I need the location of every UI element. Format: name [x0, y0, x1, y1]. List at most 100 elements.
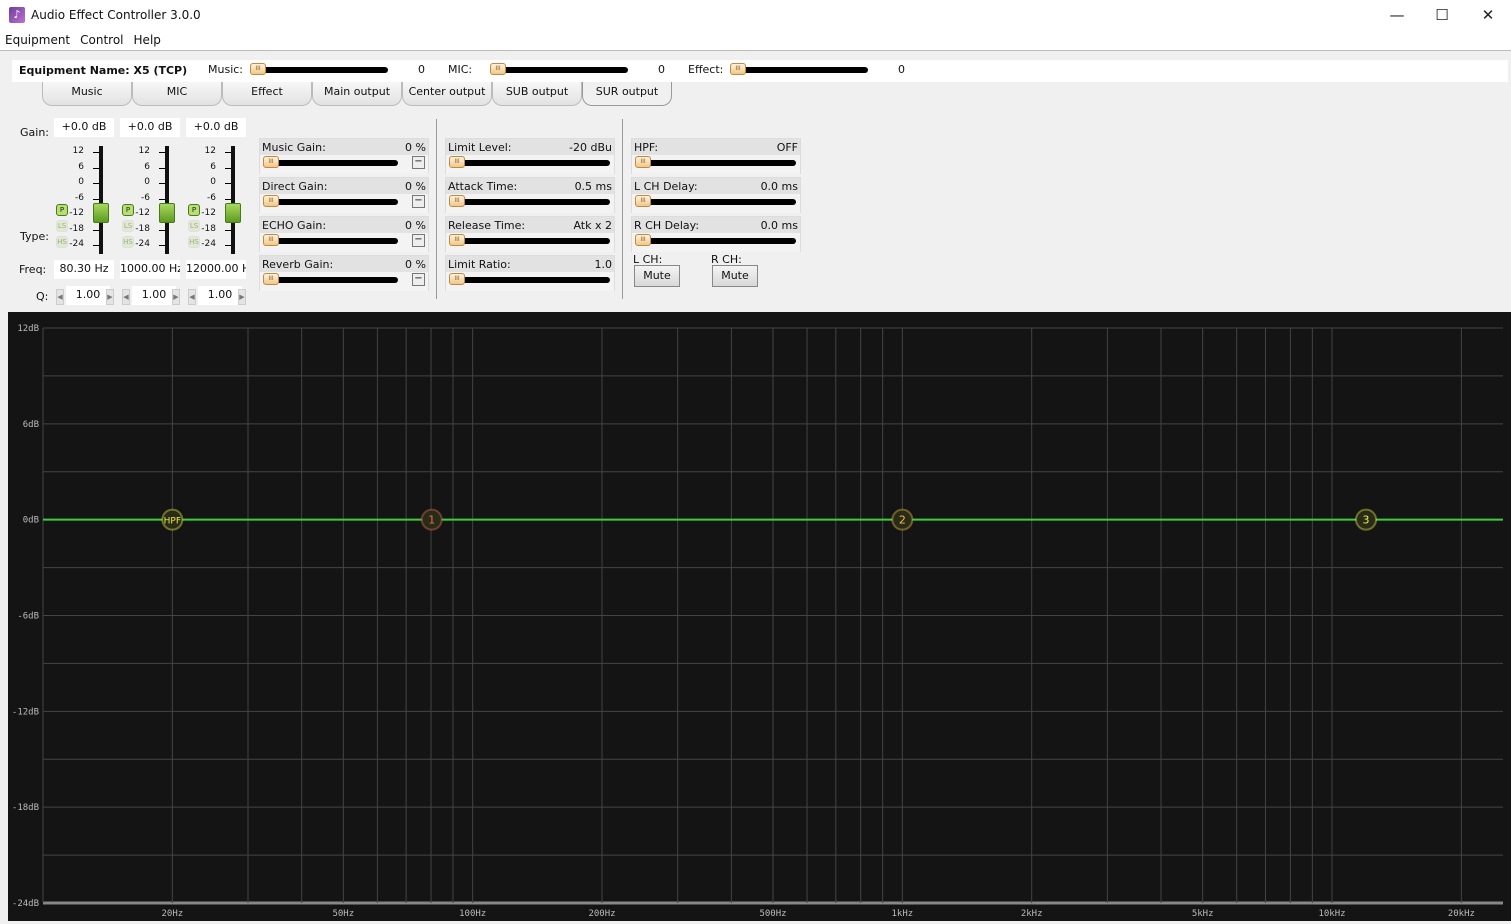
param-slider-track[interactable]	[454, 277, 610, 283]
param-slider-thumb[interactable]: III	[449, 273, 465, 285]
type-p-button[interactable]: P	[56, 204, 68, 216]
menu-help[interactable]: Help	[129, 31, 166, 47]
band-q-value[interactable]: 1.00	[132, 286, 176, 305]
q-increase-button[interactable]: ▶	[238, 289, 246, 305]
x-tick-label: 20Hz	[162, 909, 184, 919]
fader-scale-label: -6	[75, 192, 84, 203]
param-l-ch-delay: L CH Delay: 0.0 ms III	[631, 177, 801, 213]
menu-bar: Equipment Control Help	[0, 31, 1511, 51]
param-slider-track[interactable]	[454, 160, 610, 166]
minus-button[interactable]: −	[412, 156, 425, 169]
fader-scale-label: 6	[210, 161, 216, 172]
param-slider-track[interactable]	[640, 199, 796, 205]
param-r-ch-delay: R CH Delay: 0.0 ms III	[631, 216, 801, 252]
level-value: 0	[658, 63, 665, 76]
param-slider-track[interactable]	[268, 199, 398, 205]
eq-graph-svg[interactable]: 12dB 6dB 0dB -6dB -12dB -18dB -24dB 20Hz 50Hz 100…	[8, 312, 1511, 921]
r-ch-mute-button[interactable]: Mute	[712, 265, 758, 287]
tab-sub-output[interactable]: SUB output	[492, 82, 582, 106]
level-slider-thumb[interactable]: III	[250, 63, 266, 75]
param-label: R CH Delay:	[634, 219, 700, 232]
close-button[interactable]: ✕	[1465, 0, 1511, 31]
type-hs-button[interactable]: HS	[56, 236, 68, 248]
tab-center-output[interactable]: Center output	[402, 82, 492, 106]
q-decrease-button[interactable]: ◀	[188, 289, 196, 305]
band-gain-fader-thumb[interactable]	[225, 203, 241, 223]
band-gain-value[interactable]: +0.0 dB	[186, 118, 246, 137]
param-slider-thumb[interactable]: III	[449, 156, 465, 168]
level-slider-thumb[interactable]: III	[730, 63, 746, 75]
band-gain-value[interactable]: +0.0 dB	[54, 118, 114, 137]
minus-button[interactable]: −	[412, 234, 425, 247]
tab-music[interactable]: Music	[42, 82, 132, 106]
param-slider-track[interactable]	[640, 238, 796, 244]
param-slider-thumb[interactable]: III	[263, 156, 279, 168]
level-slider-track[interactable]	[494, 67, 628, 73]
param-slider-thumb[interactable]: III	[635, 156, 651, 168]
q-decrease-button[interactable]: ◀	[122, 289, 130, 305]
eq-marker-label[interactable]: 1	[428, 514, 435, 527]
param-label: L CH Delay:	[634, 180, 698, 193]
param-slider-thumb[interactable]: III	[263, 273, 279, 285]
band-gain-fader-thumb[interactable]	[93, 203, 109, 223]
tab-sur-output[interactable]: SUR output	[582, 82, 672, 106]
param-slider-thumb[interactable]: III	[449, 234, 465, 246]
type-hs-button[interactable]: HS	[122, 236, 134, 248]
param-slider-track[interactable]	[268, 277, 398, 283]
eq-response-graph[interactable]: 12dB 6dB 0dB -6dB -12dB -18dB -24dB 20Hz 50Hz 100…	[8, 312, 1511, 921]
q-increase-button[interactable]: ▶	[172, 289, 180, 305]
fader-scale-label: 0	[210, 177, 216, 187]
band-freq-value[interactable]: 80.30 Hz	[54, 260, 114, 279]
eq-marker-label[interactable]: 3	[1363, 514, 1370, 527]
type-ls-button[interactable]: LS	[188, 220, 200, 232]
band-gain-value[interactable]: +0.0 dB	[120, 118, 180, 137]
q-decrease-button[interactable]: ◀	[56, 289, 64, 305]
band-gain-fader[interactable]	[165, 146, 169, 254]
param-slider-thumb[interactable]: III	[635, 195, 651, 207]
param-slider-track[interactable]	[454, 199, 610, 205]
tab-mic[interactable]: MIC	[132, 82, 222, 106]
tab-effect[interactable]: Effect	[222, 82, 312, 106]
param-slider-thumb[interactable]: III	[263, 234, 279, 246]
eq-marker-label[interactable]: 2	[899, 514, 906, 527]
eq-marker-label[interactable]: HPF	[164, 517, 181, 527]
band-gain-fader[interactable]	[231, 146, 235, 254]
x-tick-label: 2kHz	[1021, 909, 1043, 919]
level-slider-track[interactable]	[254, 67, 388, 73]
type-p-button[interactable]: P	[188, 204, 200, 216]
minus-button[interactable]: −	[412, 195, 425, 208]
type-hs-button[interactable]: HS	[188, 236, 200, 248]
l-ch-mute-button[interactable]: Mute	[634, 265, 680, 287]
param-slider-thumb[interactable]: III	[449, 195, 465, 207]
menu-control[interactable]: Control	[75, 31, 128, 47]
band-q-value[interactable]: 1.00	[198, 286, 242, 305]
band-q-value[interactable]: 1.00	[66, 286, 110, 305]
param-label: Reverb Gain:	[262, 258, 334, 271]
type-p-button[interactable]: P	[122, 204, 134, 216]
level-slider-track[interactable]	[734, 67, 868, 73]
type-ls-button[interactable]: LS	[122, 220, 134, 232]
param-slider-thumb[interactable]: III	[263, 195, 279, 207]
param-slider-track[interactable]	[268, 160, 398, 166]
level-slider-thumb[interactable]: III	[490, 63, 506, 75]
param-value: OFF	[776, 141, 798, 154]
menu-equipment[interactable]: Equipment	[0, 31, 75, 47]
param-hpf: HPF: OFF III	[631, 138, 801, 174]
minus-button[interactable]: −	[412, 273, 425, 286]
param-slider-track[interactable]	[640, 160, 796, 166]
band-freq-value[interactable]: 12000.00 Hz	[186, 260, 246, 279]
band-freq-value[interactable]: 1000.00 Hz	[120, 260, 180, 279]
fader-scale-label: 6	[78, 161, 84, 172]
q-increase-button[interactable]: ▶	[106, 289, 114, 305]
tab-main-output[interactable]: Main output	[312, 82, 402, 106]
band-gain-fader-thumb[interactable]	[159, 203, 175, 223]
fader-scale-label: -6	[141, 192, 150, 203]
param-slider-track[interactable]	[454, 238, 610, 244]
band-gain-fader[interactable]	[99, 146, 103, 254]
param-slider-thumb[interactable]: III	[635, 234, 651, 246]
maximize-button[interactable]: ☐	[1419, 0, 1465, 31]
y-tick-label: 0dB	[23, 516, 39, 526]
minimize-button[interactable]: —	[1374, 0, 1420, 31]
type-ls-button[interactable]: LS	[56, 220, 68, 232]
param-slider-track[interactable]	[268, 238, 398, 244]
